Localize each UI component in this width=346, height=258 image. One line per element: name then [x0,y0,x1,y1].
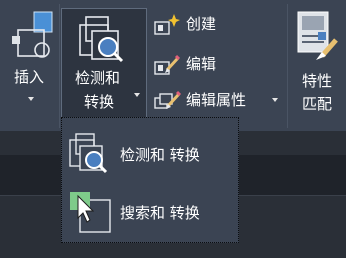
menu-item-search-convert-label: 搜索和 转换 [120,204,200,222]
detect-dropdown-arrow[interactable] [134,93,140,97]
edit-attributes-icon [154,90,182,109]
detect-label-line1: 检测和 [75,69,121,87]
edit-attributes-dropdown-arrow[interactable] [272,98,278,102]
create-attribute-icon [154,14,180,35]
menu-item-detect-convert[interactable]: 检测和 转换 [62,126,238,182]
detect-convert-dropdown-menu: 检测和 转换 搜索和 转换 [61,117,239,243]
create-button[interactable]: 创建 [152,12,272,36]
detect-label-line2: 转换 [84,93,115,111]
match-label-line2: 匹配 [302,95,333,113]
insert-dropdown-arrow[interactable] [28,97,34,101]
detect-convert-icon [69,133,108,174]
separator-right [287,4,288,128]
create-label: 创建 [186,15,217,33]
edit-button[interactable]: 编辑 [152,52,272,76]
detect-convert-icon [79,16,124,63]
insert-label: 插入 [14,68,45,86]
match-label-line1: 特性 [302,72,333,90]
edit-label: 编辑 [186,55,217,73]
menu-item-search-convert[interactable]: 搜索和 转换 [62,184,238,240]
match-properties-button[interactable]: 特性 匹配 [290,4,346,116]
edit-attributes-button[interactable]: 编辑属性 [152,88,282,112]
menu-item-detect-convert-label: 检测和 转换 [120,146,200,164]
match-properties-icon [297,11,338,60]
separator-left [59,4,60,128]
edit-attributes-label: 编辑属性 [186,91,247,109]
detect-convert-button[interactable]: 检测和 转换 [61,8,147,118]
edit-attribute-icon [154,54,180,75]
insert-block-icon [12,11,53,58]
search-convert-icon [70,192,111,233]
insert-button[interactable]: 插入 [2,4,58,116]
